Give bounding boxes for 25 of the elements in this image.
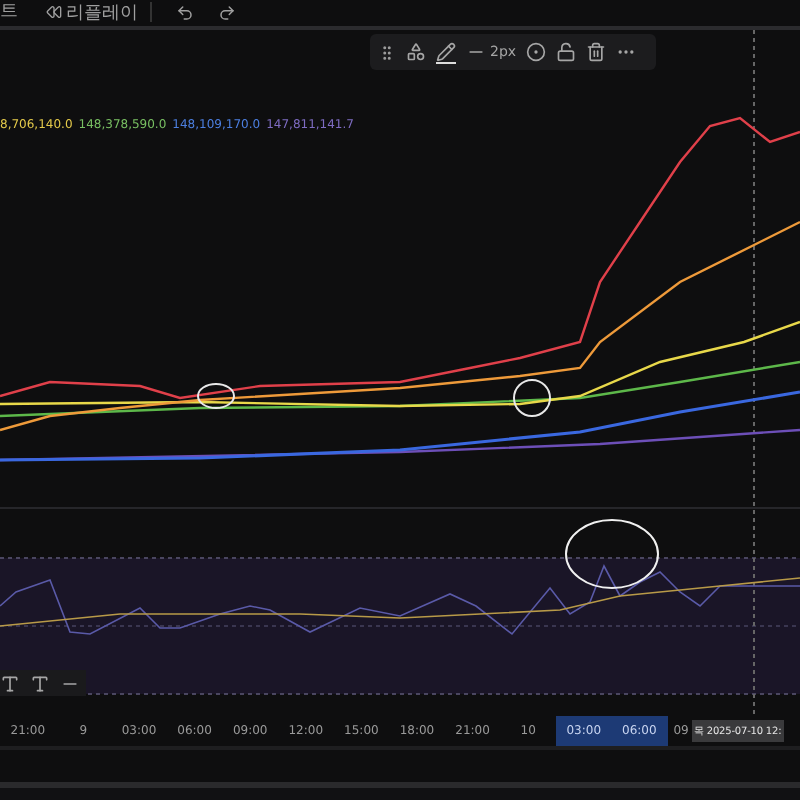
annotation-circle [513,379,551,417]
redo-button[interactable] [218,3,236,21]
delete-button[interactable] [586,42,607,62]
annotation-circle [565,519,659,589]
text-icon [0,673,20,693]
text-tool-button[interactable] [0,673,20,693]
settings-icon [526,42,547,62]
undo-icon [176,3,194,21]
drag-handle-icon[interactable] [378,43,396,61]
shapes-icon [406,42,426,62]
replay-button[interactable]: 리플레이 [46,0,138,25]
rewind-icon [46,4,62,20]
text-icon [30,673,50,693]
toolbar-label: 트 [0,2,18,22]
redo-icon [218,3,236,21]
text-tool-button[interactable] [30,673,50,693]
pencil-button[interactable] [436,41,456,63]
annotation-circle [197,383,235,409]
templates-button[interactable] [406,42,426,62]
pencil-icon [436,41,456,61]
settings-button[interactable] [526,42,547,62]
trash-icon [586,42,607,62]
undo-button[interactable] [176,3,194,21]
lock-button[interactable] [556,42,577,62]
unlock-icon [556,42,577,62]
